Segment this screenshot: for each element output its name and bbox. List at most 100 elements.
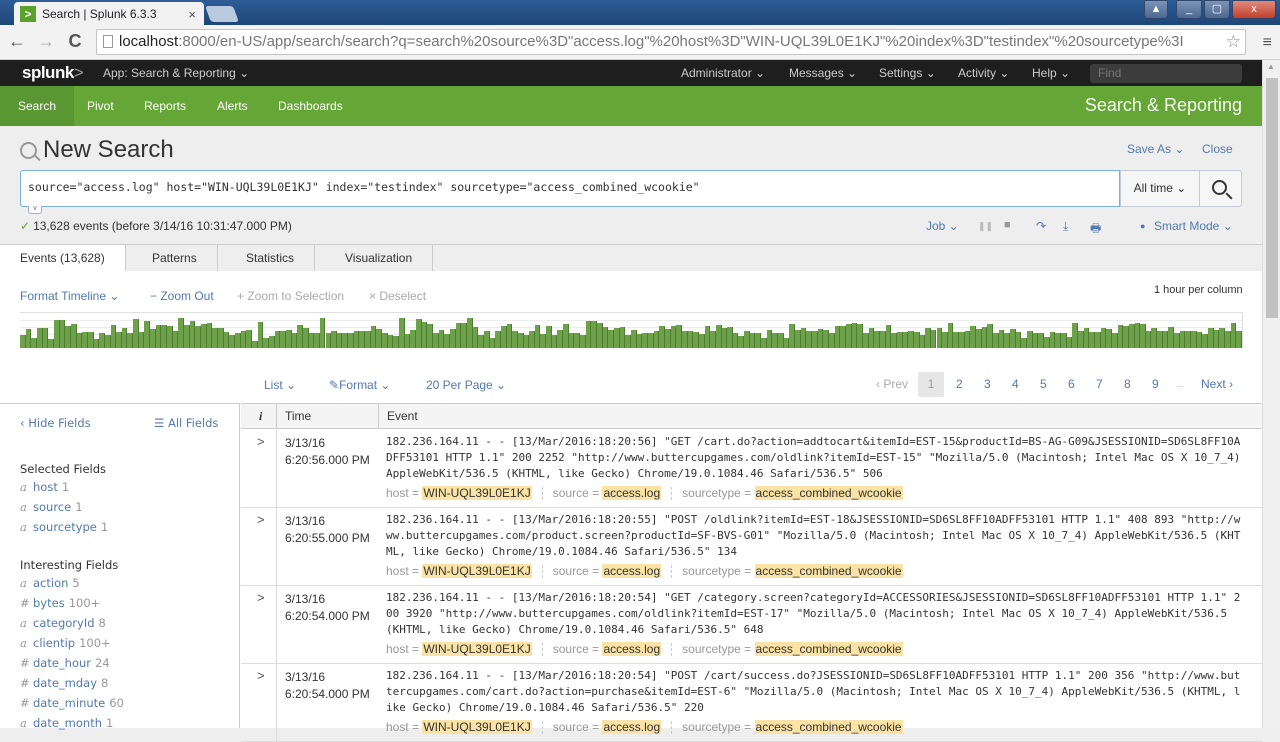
tab-patterns[interactable]: Patterns xyxy=(132,245,218,272)
settings-menu[interactable]: Settings ⌄ xyxy=(879,66,936,80)
nav-search[interactable]: Search xyxy=(0,86,75,126)
messages-menu[interactable]: Messages ⌄ xyxy=(789,66,857,80)
close-window-button[interactable]: x xyxy=(1232,0,1276,19)
run-search-button[interactable] xyxy=(1199,170,1242,207)
field-action[interactable]: a action 5 xyxy=(20,576,80,590)
save-as-button[interactable]: Save As ⌄ xyxy=(1127,142,1184,156)
share-icon[interactable]: ↷ xyxy=(1036,219,1046,233)
zoom-to-selection-button[interactable]: + Zoom to Selection xyxy=(237,289,344,303)
page-8[interactable]: 8 xyxy=(1124,372,1131,397)
event-time[interactable]: 3/13/16 6:20:54.000 PM xyxy=(285,669,370,703)
event-time[interactable]: 3/13/16 6:20:55.000 PM xyxy=(285,513,370,547)
minimize-button[interactable]: _ xyxy=(1176,0,1202,19)
field-sourcetype[interactable]: a sourcetype 1 xyxy=(20,520,108,534)
format-timeline-menu[interactable]: Format Timeline ⌄ xyxy=(20,289,119,303)
field-categoryId[interactable]: a categoryId 8 xyxy=(20,616,106,630)
expand-event-icon[interactable]: > xyxy=(257,668,265,683)
host-value[interactable]: WIN-UQL39L0E1KJ xyxy=(422,720,532,734)
page-scrollbar[interactable]: ▲ xyxy=(1262,60,1280,728)
forward-arrow-icon[interactable]: → xyxy=(35,31,57,52)
search-query-input[interactable]: source="access.log" host="WIN-UQL39L0E1K… xyxy=(20,170,1120,207)
bookmark-star-icon[interactable]: ☆ xyxy=(1225,30,1241,54)
search-mode-menu[interactable]: Smart Mode ⌄ xyxy=(1154,219,1233,233)
event-time[interactable]: 3/13/16 6:20:54.000 PM xyxy=(285,591,370,625)
expand-search-toggle[interactable]: v xyxy=(28,205,42,214)
export-icon[interactable]: ⤓ xyxy=(1063,219,1068,234)
source-value[interactable]: access.log xyxy=(602,642,662,656)
sourcetype-value[interactable]: access_combined_wcookie xyxy=(754,486,903,500)
field-date_hour[interactable]: # date_hour 24 xyxy=(20,656,110,670)
sourcetype-value[interactable]: access_combined_wcookie xyxy=(754,642,903,656)
nav-reports[interactable]: Reports xyxy=(134,86,196,126)
timeline-bar[interactable] xyxy=(1236,331,1242,348)
per-page-menu[interactable]: 20 Per Page ⌄ xyxy=(426,378,506,392)
nav-alerts[interactable]: Alerts xyxy=(207,86,258,126)
expand-event-icon[interactable]: > xyxy=(257,590,265,605)
field-host[interactable]: a host 1 xyxy=(20,480,69,494)
format-menu[interactable]: ✎Format ⌄ xyxy=(329,378,390,392)
page-5[interactable]: 5 xyxy=(1040,372,1047,397)
page-9[interactable]: 9 xyxy=(1152,372,1159,397)
deselect-button[interactable]: × Deselect xyxy=(369,289,426,303)
all-fields-button[interactable]: ☰ All Fields xyxy=(154,416,218,430)
field-date_minute[interactable]: # date_minute 60 xyxy=(20,696,124,710)
page-3[interactable]: 3 xyxy=(984,372,991,397)
job-menu[interactable]: Job ⌄ xyxy=(926,219,959,233)
tab-statistics[interactable]: Statistics xyxy=(226,245,316,272)
page-7[interactable]: 7 xyxy=(1096,372,1103,397)
help-menu[interactable]: Help ⌄ xyxy=(1032,66,1070,80)
back-arrow-icon[interactable]: ← xyxy=(6,31,28,52)
host-value[interactable]: WIN-UQL39L0E1KJ xyxy=(422,486,532,500)
zoom-out-button[interactable]: − Zoom Out xyxy=(150,289,214,303)
activity-menu[interactable]: Activity ⌄ xyxy=(958,66,1009,80)
administrator-menu[interactable]: Administrator ⌄ xyxy=(681,66,765,80)
page-6[interactable]: 6 xyxy=(1068,372,1075,397)
prev-page-button[interactable]: ‹ Prev xyxy=(876,372,908,397)
field-clientip[interactable]: a clientip 100+ xyxy=(20,636,111,650)
print-icon[interactable]: 🖶 xyxy=(1090,219,1101,240)
hide-fields-button[interactable]: ‹ Hide Fields xyxy=(20,416,91,430)
time-range-picker[interactable]: All time ⌄ xyxy=(1120,170,1200,207)
browser-menu-icon[interactable]: ≡ xyxy=(1263,34,1272,52)
field-bytes[interactable]: # bytes 100+ xyxy=(20,596,100,610)
close-tab-icon[interactable]: × xyxy=(188,7,196,22)
splunk-logo[interactable]: splunk> xyxy=(22,63,84,83)
list-view-menu[interactable]: List ⌄ xyxy=(264,378,296,392)
page-1[interactable]: 1 xyxy=(918,372,944,397)
source-value[interactable]: access.log xyxy=(602,486,662,500)
browser-tab[interactable]: > Search | Splunk 6.3.3 × xyxy=(14,2,204,26)
scrollbar-thumb[interactable] xyxy=(1266,78,1278,318)
nav-pivot[interactable]: Pivot xyxy=(77,86,124,126)
maximize-button[interactable]: ▢ xyxy=(1204,0,1230,19)
pause-icon[interactable]: ❚❚ xyxy=(978,221,993,232)
address-bar[interactable]: localhost:8000/en-US/app/search/search?q… xyxy=(96,29,1246,55)
page-2[interactable]: 2 xyxy=(956,372,963,397)
stop-icon[interactable]: ■ xyxy=(1004,219,1011,231)
expand-event-icon[interactable]: > xyxy=(257,434,265,449)
scroll-up-icon[interactable]: ▲ xyxy=(1267,62,1275,71)
app-menu[interactable]: App: Search & Reporting ⌄ xyxy=(103,66,249,80)
reload-icon[interactable]: C xyxy=(64,31,86,52)
close-button[interactable]: Close xyxy=(1202,142,1233,156)
host-value[interactable]: WIN-UQL39L0E1KJ xyxy=(422,564,532,578)
event-time[interactable]: 3/13/16 6:20:56.000 PM xyxy=(285,435,370,469)
nav-dashboards[interactable]: Dashboards xyxy=(268,86,353,126)
field-date_mday[interactable]: # date_mday 8 xyxy=(20,676,108,690)
find-input[interactable] xyxy=(1090,64,1242,83)
user-profile-icon[interactable]: ▲ xyxy=(1144,0,1168,19)
source-value[interactable]: access.log xyxy=(602,564,662,578)
next-page-button[interactable]: Next › xyxy=(1201,372,1233,397)
source-value[interactable]: access.log xyxy=(602,720,662,734)
new-tab-button[interactable] xyxy=(205,6,239,22)
page-4[interactable]: 4 xyxy=(1012,372,1019,397)
event-timeline[interactable] xyxy=(20,312,1243,348)
expand-event-icon[interactable]: > xyxy=(257,512,265,527)
sourcetype-value[interactable]: access_combined_wcookie xyxy=(754,564,903,578)
tab-events[interactable]: Events (13,628) xyxy=(0,245,126,273)
host-value[interactable]: WIN-UQL39L0E1KJ xyxy=(422,642,532,656)
time-column-header[interactable]: Time xyxy=(285,404,311,429)
tab-visualization[interactable]: Visualization xyxy=(325,245,434,272)
column-divider xyxy=(276,404,277,429)
field-source[interactable]: a source 1 xyxy=(20,500,83,514)
sourcetype-value[interactable]: access_combined_wcookie xyxy=(754,720,903,734)
